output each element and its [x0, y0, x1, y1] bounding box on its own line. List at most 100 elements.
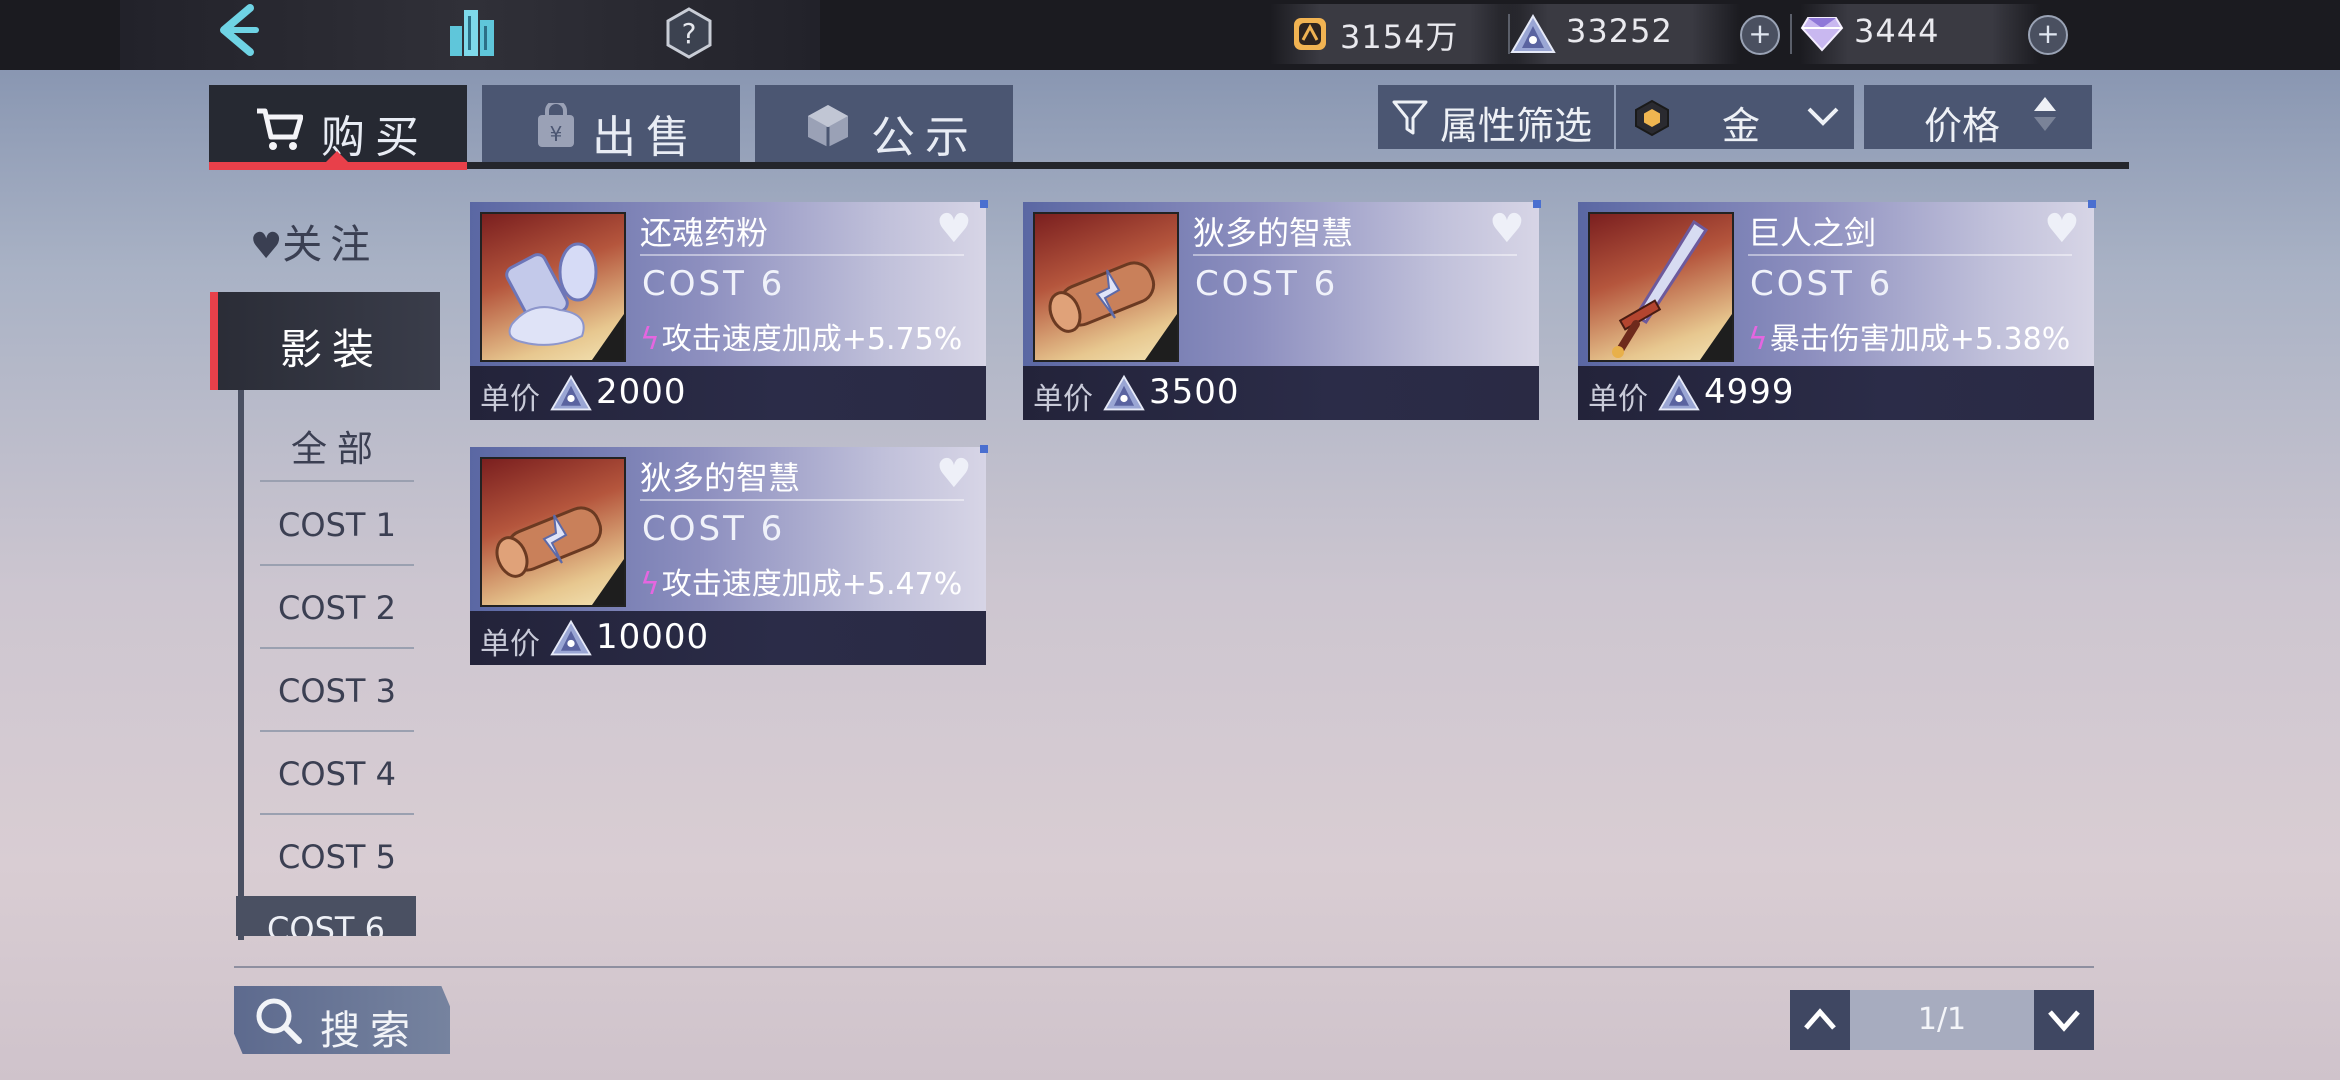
- item-attribute-text: 攻击速度加成+5.75%: [661, 322, 963, 357]
- sword-icon: [1612, 219, 1732, 360]
- item-thumbnail: [1033, 212, 1179, 362]
- tab-notice[interactable]: 公示: [755, 85, 1013, 165]
- item-price: 4999: [1704, 372, 1795, 412]
- category-active-marker: [210, 292, 218, 390]
- help-icon: ?: [666, 7, 712, 59]
- page-down-button[interactable]: [2034, 990, 2094, 1050]
- rarity-value: 金: [1722, 104, 1761, 148]
- card-separator: [640, 254, 964, 256]
- item-cost: COST 6: [642, 509, 786, 549]
- sidebar-item-label: COST 5: [278, 838, 396, 876]
- item-cost: COST 6: [1195, 264, 1339, 304]
- sidebar-item-label: COST 3: [278, 672, 396, 710]
- price-label: 单价: [1033, 382, 1093, 417]
- search-label: 搜索: [320, 1008, 420, 1054]
- sidebar-item-label: COST 4: [278, 755, 396, 793]
- price-bar: [1578, 366, 2094, 420]
- price-bar: [470, 366, 986, 420]
- chevron-up-icon: [1804, 1008, 1836, 1030]
- diamond-icon: [1800, 16, 1844, 52]
- price-label: 单价: [480, 382, 540, 417]
- lightning-icon: ϟ: [1748, 322, 1768, 357]
- item-card[interactable]: 狄多的智慧 ♥ COST 6 单价 3500: [1023, 200, 1541, 422]
- powder-bottle-icon: [505, 242, 624, 360]
- crystal-icon: [1510, 14, 1556, 54]
- back-arrow-icon: [220, 4, 259, 56]
- sidebar-item-all[interactable]: 全部: [258, 408, 416, 488]
- page-indicator-box: 1/1: [1850, 990, 2034, 1050]
- favorite-heart-icon[interactable]: ♥: [936, 206, 972, 252]
- back-button[interactable]: [210, 2, 270, 62]
- item-name: 还魂药粉: [640, 214, 769, 252]
- card-corner-marker: [980, 200, 988, 208]
- price-sort-button[interactable]: 价格: [1864, 85, 2092, 149]
- item-attribute-text: 暴击伤害加成+5.38%: [1769, 322, 2071, 357]
- item-card[interactable]: 巨人之剑 ♥ COST 6 ϟ暴击伤害加成+5.38% 单价 4999: [1578, 200, 2096, 422]
- tab-active-underline: [209, 162, 467, 170]
- scroll-icon: [495, 506, 624, 605]
- crystal-icon: [550, 374, 592, 411]
- follow-button[interactable]: ♥关注: [250, 212, 420, 272]
- tab-sell-label: 出售: [592, 112, 700, 163]
- add-diamond-button[interactable]: +: [2028, 15, 2068, 55]
- favorite-heart-icon[interactable]: ♥: [936, 451, 972, 497]
- page-up-button[interactable]: [1790, 990, 1850, 1050]
- city-button[interactable]: [444, 4, 500, 60]
- rarity-dropdown[interactable]: 金: [1616, 85, 1854, 149]
- item-card[interactable]: 还魂药粉 ♥ COST 6 ϟ攻击速度加成+5.75% 单价 2000: [470, 200, 988, 422]
- price-label: 单价: [480, 627, 540, 662]
- resource-divider-2: [1790, 14, 1792, 54]
- add-crystal-button[interactable]: +: [1740, 15, 1780, 55]
- item-name: 狄多的智慧: [640, 459, 801, 497]
- sidebar-item-underline: [260, 480, 414, 482]
- category-shadow-equip[interactable]: 影装: [210, 292, 440, 390]
- card-separator: [640, 499, 964, 501]
- item-price: 10000: [596, 617, 710, 657]
- item-thumbnail: [480, 457, 626, 607]
- item-name: 狄多的智慧: [1193, 214, 1354, 252]
- scroll-icon: [1048, 261, 1177, 360]
- sidebar-item-cost-2[interactable]: COST 2: [258, 575, 416, 655]
- sidebar-item-underline: [260, 730, 414, 732]
- favorite-heart-icon[interactable]: ♥: [1489, 206, 1525, 252]
- page-indicator: 1/1: [1917, 1002, 1967, 1037]
- price-bar: [470, 611, 986, 665]
- follow-label: 关注: [282, 222, 379, 268]
- sidebar-item-underline: [260, 564, 414, 566]
- lightning-icon: ϟ: [640, 567, 660, 602]
- tab-underline: [209, 162, 2129, 169]
- cube-icon: [808, 105, 848, 147]
- attribute-filter-button[interactable]: 属性筛选: [1378, 85, 1614, 149]
- price-label: 单价: [1588, 382, 1648, 417]
- city-icon: [450, 10, 494, 56]
- card-separator: [1748, 254, 2072, 256]
- sidebar-item-cost-1[interactable]: COST 1: [258, 492, 416, 572]
- category-label: 影装: [280, 325, 385, 374]
- sidebar-tree-line: [238, 390, 244, 940]
- gold-coin-icon: [1292, 16, 1328, 52]
- item-name: 巨人之剑: [1748, 214, 1877, 252]
- sidebar-item-cost-3[interactable]: COST 3: [258, 658, 416, 738]
- sidebar-item-cost-5[interactable]: COST 5: [258, 824, 416, 904]
- sidebar-item-cost-4[interactable]: COST 4: [258, 741, 416, 821]
- item-thumbnail: [1588, 212, 1734, 362]
- sidebar-item-underline: [260, 813, 414, 815]
- sidebar-item-label: 全部: [290, 429, 383, 470]
- tab-notice-label: 公示: [871, 112, 979, 163]
- sidebar-item-cost-6[interactable]: COST 6: [236, 896, 416, 936]
- crystal-icon: [1658, 374, 1700, 411]
- item-attribute: ϟ暴击伤害加成+5.38%: [1748, 314, 2070, 358]
- search-button[interactable]: 搜索: [234, 986, 450, 1054]
- help-button[interactable]: ?: [662, 6, 716, 60]
- item-thumbnail: [480, 212, 626, 362]
- price-sort-label: 价格: [1924, 104, 2001, 148]
- price-bar: [1023, 366, 1539, 420]
- item-cost: COST 6: [642, 264, 786, 304]
- filter-funnel-icon: [1392, 100, 1428, 135]
- item-card[interactable]: 狄多的智慧 ♥ COST 6 ϟ攻击速度加成+5.47% 单价 10000: [470, 445, 988, 667]
- crystal-icon: [1103, 374, 1145, 411]
- tab-buy[interactable]: 购买: [209, 85, 467, 165]
- tab-sell[interactable]: ¥ 出售: [482, 85, 740, 165]
- search-icon: [256, 998, 302, 1044]
- favorite-heart-icon[interactable]: ♥: [2044, 206, 2080, 252]
